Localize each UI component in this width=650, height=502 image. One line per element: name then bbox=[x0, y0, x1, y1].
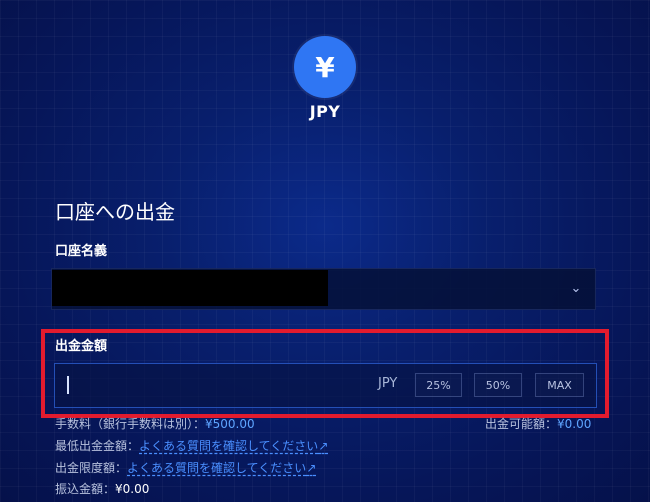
minimum-faq-link[interactable]: よくある質問を確認してください↗ bbox=[139, 439, 328, 453]
quick-max-button[interactable]: MAX bbox=[535, 373, 584, 397]
transfer-value: ¥0.00 bbox=[115, 482, 150, 496]
amount-currency-suffix: JPY bbox=[378, 376, 398, 391]
minimum-row: 最低出金金額：よくある質問を確認してください↗ bbox=[55, 437, 328, 454]
amount-label: 出金金額 bbox=[55, 339, 108, 354]
currency-symbol: ¥ bbox=[315, 50, 335, 84]
currency-code: JPY bbox=[309, 102, 341, 121]
text-cursor bbox=[67, 376, 69, 394]
fee-value: ¥500.00 bbox=[205, 417, 255, 431]
section-title: 口座への出金 bbox=[55, 200, 175, 224]
available-label: 出金可能額： bbox=[485, 417, 558, 431]
available-value: ¥0.00 bbox=[557, 417, 592, 431]
limit-faq-link[interactable]: よくある質問を確認してください↗ bbox=[127, 461, 316, 475]
quick-max-label: MAX bbox=[547, 378, 572, 392]
quick-50-label: 50% bbox=[485, 378, 511, 392]
quick-25-label: 25% bbox=[426, 378, 451, 392]
chevron-down-icon[interactable]: ⌄ bbox=[567, 279, 585, 297]
minimum-faq-text: よくある質問を確認してください bbox=[139, 439, 319, 453]
limit-label: 出金限度額： bbox=[55, 461, 128, 475]
fee-row: 手数料（銀行手数料は別）：¥500.00 bbox=[55, 415, 255, 432]
minimum-label: 最低出金金額： bbox=[55, 439, 140, 453]
yen-icon: ¥ bbox=[294, 36, 356, 98]
limit-row: 出金限度額：よくある質問を確認してください↗ bbox=[55, 459, 316, 476]
available-row: 出金可能額：¥0.00 bbox=[485, 415, 591, 432]
fee-label: 手数料（銀行手数料は別）： bbox=[55, 417, 206, 431]
account-name-label: 口座名義 bbox=[55, 244, 108, 259]
external-link-icon: ↗ bbox=[306, 461, 317, 475]
quick-50-button[interactable]: 50% bbox=[474, 373, 522, 397]
external-link-icon: ↗ bbox=[318, 439, 329, 453]
redacted-account-name bbox=[52, 270, 328, 306]
quick-25-button[interactable]: 25% bbox=[415, 373, 462, 397]
transfer-label: 振込金額： bbox=[55, 482, 116, 496]
transfer-row: 振込金額：¥0.00 bbox=[55, 480, 149, 497]
limit-faq-text: よくある質問を確認してください bbox=[127, 461, 307, 475]
